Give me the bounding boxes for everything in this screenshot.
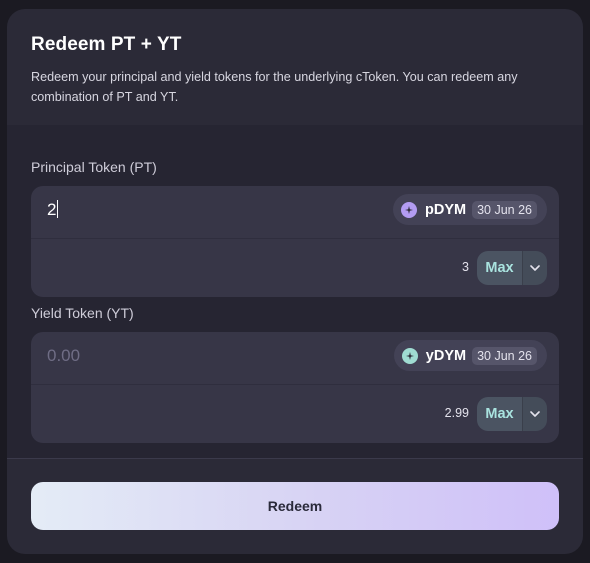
box-divider [31,384,559,385]
principal-amount-input[interactable]: 2 [47,200,59,220]
principal-balance: 3 [462,260,469,274]
pt-token-icon [400,201,417,218]
principal-max-button[interactable]: Max [477,251,522,285]
page-title: Redeem PT + YT [31,34,182,55]
principal-amount-value: 2 [47,200,57,219]
yield-max-dropdown[interactable] [522,397,547,431]
footer-divider [7,458,583,459]
principal-maturity-badge: 30 Jun 26 [472,200,537,219]
principal-token-name: pDYM [424,201,467,218]
chevron-down-icon [530,265,540,271]
card-body: Principal Token (PT) 2 pDYM 30 Jun 26 3 … [7,125,583,458]
yield-max-group: Max [477,397,547,431]
yield-balance: 2.99 [444,406,469,420]
yt-token-icon [401,347,418,364]
yield-token-name: yDYM [425,347,467,364]
card-header: Redeem PT + YT Redeem your principal and… [7,9,583,125]
principal-max-dropdown[interactable] [522,251,547,285]
text-caret [57,200,59,218]
yield-max-button[interactable]: Max [477,397,522,431]
page-subtitle: Redeem your principal and yield tokens f… [31,70,518,104]
principal-max-group: Max [477,251,547,285]
chevron-down-icon [530,411,540,417]
redeem-card: Redeem PT + YT Redeem your principal and… [7,9,583,554]
principal-token-box: 2 pDYM 30 Jun 26 3 Max [31,186,559,297]
yield-maturity-badge: 30 Jun 26 [472,346,537,365]
principal-token-label: Principal Token (PT) [31,159,157,175]
yield-token-box: 0.00 yDYM 30 Jun 26 2.99 Max [31,332,559,443]
box-divider [31,238,559,239]
yield-token-selector[interactable]: yDYM 30 Jun 26 [393,340,547,371]
principal-token-selector[interactable]: pDYM 30 Jun 26 [392,194,547,225]
yield-amount-input[interactable]: 0.00 [47,346,80,366]
redeem-button[interactable]: Redeem [31,482,559,530]
yield-token-label: Yield Token (YT) [31,305,134,321]
